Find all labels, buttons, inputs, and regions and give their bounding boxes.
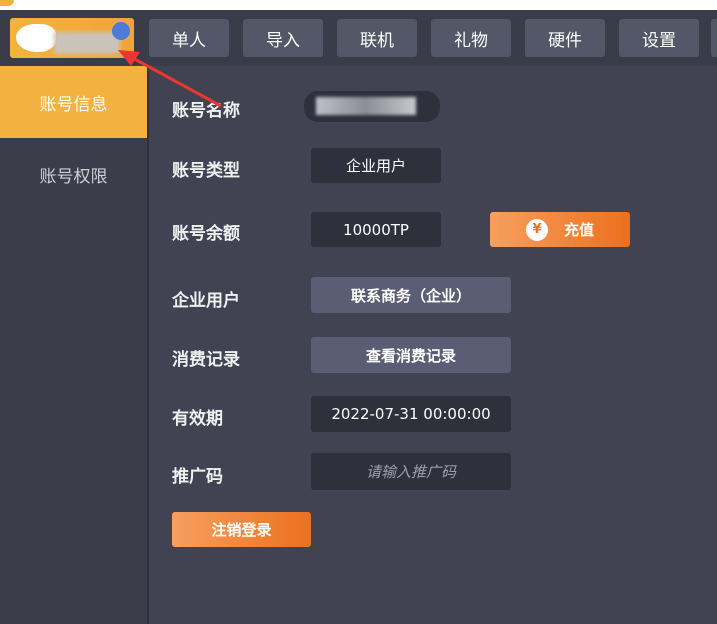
account-balance-label: 账号余额 [172, 224, 240, 244]
nav-overflow-button[interactable] [711, 19, 717, 57]
avatar-username-redacted [54, 32, 120, 54]
promo-code-placeholder: 请输入推广码 [365, 463, 456, 481]
recharge-button[interactable]: ¥ 充值 [490, 212, 630, 247]
expiry-value: 2022-07-31 00:00:00 [311, 396, 511, 432]
promo-code-label: 推广码 [172, 467, 223, 487]
recharge-button-label: 充值 [563, 221, 594, 239]
money-bag-icon: ¥ [525, 218, 548, 241]
account-name-label: 账号名称 [172, 101, 240, 121]
account-name-field [304, 91, 440, 122]
account-balance-value: 10000TP [311, 212, 441, 247]
sidebar-item-account-info[interactable]: 账号信息 [0, 66, 147, 138]
avatar-image [16, 24, 56, 52]
enterprise-user-label: 企业用户 [172, 291, 240, 311]
account-type-label: 账号类型 [172, 161, 240, 181]
account-name-redacted [316, 97, 416, 115]
account-type-value: 企业用户 [311, 148, 441, 183]
account-info-panel: 账号名称 账号类型 企业用户 账号余额 10000TP ¥ 充值 企业用户 联系… [149, 66, 717, 624]
user-avatar[interactable] [10, 18, 134, 58]
nav-single-button[interactable]: 单人 [149, 19, 229, 57]
nav-online-button[interactable]: 联机 [337, 19, 417, 57]
nav-gift-button[interactable]: 礼物 [431, 19, 511, 57]
avatar-badge-icon [112, 22, 130, 40]
contact-business-button[interactable]: 联系商务（企业） [311, 277, 511, 313]
logout-button[interactable]: 注销登录 [172, 512, 311, 547]
main-nav: 单人 导入 联机 礼物 硬件 设置 [149, 19, 699, 57]
nav-import-button[interactable]: 导入 [243, 19, 323, 57]
expiry-label: 有效期 [172, 409, 223, 429]
top-navigation-bar: 单人 导入 联机 礼物 硬件 设置 [0, 10, 717, 66]
promo-code-input[interactable]: 请输入推广码 [311, 453, 511, 490]
window-top-strip [0, 0, 717, 10]
app-window: 单人 导入 联机 礼物 硬件 设置 账号信息 账号权限 账号名称 账号类型 企业… [0, 10, 717, 624]
sidebar-item-account-permissions[interactable]: 账号权限 [0, 138, 147, 210]
nav-hardware-button[interactable]: 硬件 [525, 19, 605, 57]
app-corner-icon [0, 0, 14, 6]
consumption-records-label: 消费记录 [172, 350, 240, 370]
nav-settings-button[interactable]: 设置 [619, 19, 699, 57]
view-consumption-records-button[interactable]: 查看消费记录 [311, 337, 511, 373]
sidebar: 账号信息 账号权限 [0, 66, 149, 624]
